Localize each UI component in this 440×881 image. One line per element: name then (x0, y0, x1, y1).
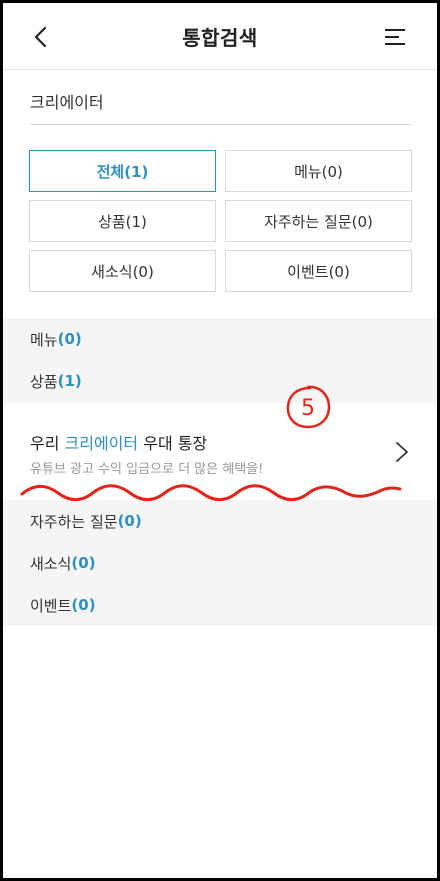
category-count: (0) (117, 512, 142, 530)
chevron-left-icon[interactable] (29, 25, 53, 49)
result-title-prefix: 우리 (30, 434, 65, 453)
category-faq[interactable]: 자주하는 질문 (0) (3, 500, 437, 542)
category-label: 자주하는 질문 (30, 512, 118, 531)
search-field (30, 86, 412, 125)
result-title: 우리 크리에이터 우대 통장 (30, 430, 207, 454)
category-list-bottom: 자주하는 질문 (0) 새소식 (0) 이벤트 (0) (3, 500, 437, 626)
chevron-right-icon (396, 442, 408, 462)
result-title-suffix: 우대 통장 (138, 434, 208, 453)
search-result-item[interactable]: 우리 크리에이터 우대 통장 유튜브 광고 수익 입금으로 더 많은 혜택을! (3, 403, 437, 500)
hamburger-menu-icon[interactable] (383, 25, 407, 49)
category-product[interactable]: 상품 (1) (3, 360, 437, 402)
category-event[interactable]: 이벤트 (0) (3, 584, 437, 626)
result-title-highlight: 크리에이터 (64, 434, 139, 453)
category-count: (0) (71, 596, 96, 614)
category-label: 이벤트 (30, 596, 72, 615)
filter-news[interactable]: 새소식(0) (29, 250, 216, 292)
category-count: (0) (57, 330, 82, 348)
category-news[interactable]: 새소식 (0) (3, 542, 437, 584)
filter-all[interactable]: 전체(1) (29, 150, 216, 192)
search-input[interactable] (30, 86, 412, 116)
category-menu[interactable]: 메뉴 (0) (3, 318, 437, 360)
category-list-top: 메뉴 (0) 상품 (1) (3, 318, 437, 403)
filter-product[interactable]: 상품(1) (29, 200, 216, 242)
page-title: 통합검색 (182, 25, 258, 50)
filter-event[interactable]: 이벤트(0) (225, 250, 412, 292)
app-header: 통합검색 (3, 3, 437, 70)
category-count: (0) (71, 554, 96, 572)
category-label: 새소식 (30, 554, 72, 573)
filter-faq[interactable]: 자주하는 질문(0) (225, 200, 412, 242)
category-label: 메뉴 (30, 330, 58, 349)
filter-chips: 전체(1) 메뉴(0) 상품(1) 자주하는 질문(0) 새소식(0) 이벤트(… (29, 150, 412, 292)
category-count: (1) (57, 372, 82, 390)
result-description: 유튜브 광고 수익 입금으로 더 많은 혜택을! (30, 462, 264, 477)
category-label: 상품 (30, 372, 58, 391)
filter-menu[interactable]: 메뉴(0) (225, 150, 412, 192)
